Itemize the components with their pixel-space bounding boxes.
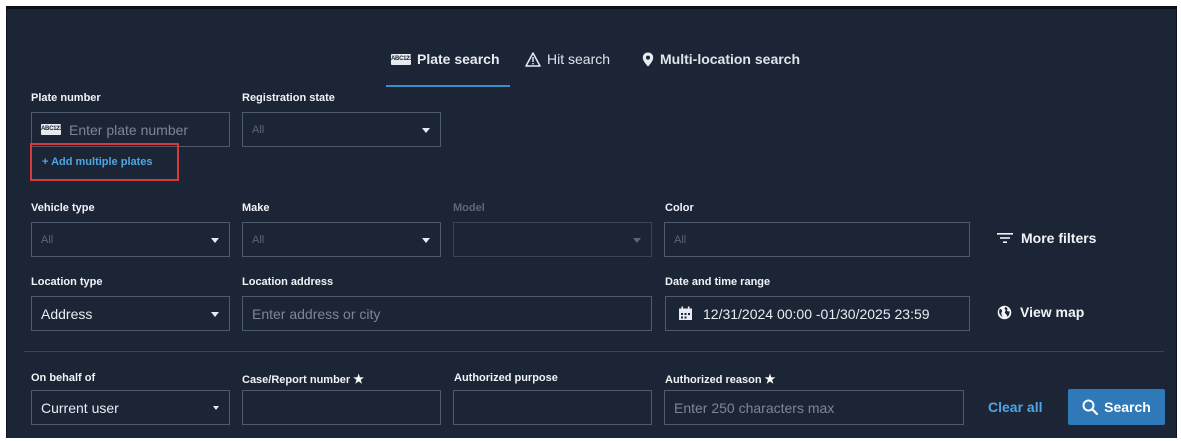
section-divider	[24, 351, 1164, 352]
model-select	[453, 222, 652, 257]
required-star-icon: ★	[353, 372, 364, 386]
tab-hit-search[interactable]: Hit search	[525, 47, 610, 71]
location-address-input[interactable]: Enter address or city	[242, 296, 652, 331]
map-pin-icon	[642, 52, 654, 66]
view-map-button[interactable]: View map	[997, 304, 1084, 320]
screenshot-frame: ABC123 Plate search Hit search Multi-loc…	[0, 0, 1181, 441]
vehicle-type-label: Vehicle type	[31, 202, 95, 214]
tab-hit-search-label: Hit search	[547, 51, 611, 67]
authorized-reason-label: Authorized reason ★	[665, 372, 775, 386]
date-time-range-label: Date and time range	[665, 276, 771, 288]
more-filters-button[interactable]: More filters	[997, 230, 1096, 246]
vehicle-type-value: All	[41, 233, 54, 246]
chevron-down-icon	[213, 406, 219, 410]
case-report-number-input[interactable]	[242, 390, 441, 425]
registration-state-value: All	[252, 123, 265, 136]
location-address-placeholder: Enter address or city	[252, 305, 381, 322]
globe-icon	[997, 305, 1012, 319]
filter-icon	[997, 233, 1013, 243]
vehicle-type-select[interactable]: All	[31, 222, 230, 257]
plate-number-placeholder: Enter plate number	[69, 121, 189, 138]
color-label: Color	[665, 202, 694, 214]
make-select[interactable]: All	[242, 222, 441, 257]
required-star-icon: ★	[764, 372, 776, 386]
tab-multi-location-search[interactable]: Multi-location search	[642, 47, 800, 71]
plate-number-input[interactable]: ABC123 Enter plate number	[31, 112, 230, 147]
authorized-reason-label-text: Authorized reason	[665, 374, 762, 386]
make-label: Make	[242, 202, 270, 214]
registration-state-select[interactable]: All	[242, 112, 441, 147]
date-time-range-value: 12/31/2024 00:00 -01/30/2025 23:59	[703, 305, 930, 322]
calendar-icon	[679, 306, 692, 320]
color-select[interactable]: All	[664, 222, 970, 257]
license-plate-icon: ABC123	[41, 124, 63, 135]
license-plate-icon: ABC123	[391, 53, 413, 65]
date-time-range-input[interactable]: 12/31/2024 00:00 -01/30/2025 23:59	[665, 296, 970, 331]
tab-plate-search-label: Plate search	[417, 51, 500, 67]
on-behalf-of-value: Current user	[41, 399, 119, 416]
authorized-purpose-label: Authorized purpose	[454, 372, 558, 384]
on-behalf-of-label: On behalf of	[31, 372, 96, 384]
clear-all-button[interactable]: Clear all	[988, 399, 1042, 415]
chevron-down-icon	[422, 128, 430, 133]
model-label: Model	[453, 202, 485, 214]
registration-state-label: Registration state	[242, 92, 335, 104]
location-type-value: Address	[41, 305, 93, 322]
on-behalf-of-select[interactable]: Current user	[31, 390, 230, 425]
authorized-reason-placeholder: Enter 250 characters max	[674, 399, 835, 416]
warning-icon	[525, 51, 541, 67]
location-type-select[interactable]: Address	[31, 296, 230, 331]
authorized-purpose-input[interactable]	[453, 390, 652, 425]
location-address-label: Location address	[242, 276, 334, 288]
chevron-down-icon	[422, 238, 430, 243]
tab-plate-search[interactable]: ABC123 Plate search	[391, 47, 500, 71]
tab-multi-location-label: Multi-location search	[660, 51, 801, 67]
plate-number-label: Plate number	[31, 92, 101, 104]
view-map-label: View map	[1020, 304, 1085, 320]
case-report-number-label-text: Case/Report number	[242, 374, 351, 386]
active-tab-indicator	[386, 85, 510, 87]
make-value: All	[252, 233, 265, 246]
search-button-label: Search	[1104, 399, 1151, 415]
authorized-reason-input[interactable]: Enter 250 characters max	[664, 390, 964, 425]
chevron-down-icon	[211, 312, 219, 317]
location-type-label: Location type	[31, 276, 103, 288]
add-multiple-plates-link[interactable]: + Add multiple plates	[30, 143, 179, 181]
color-value: All	[674, 233, 687, 246]
search-button[interactable]: Search	[1068, 389, 1165, 425]
case-report-number-label: Case/Report number ★	[242, 372, 364, 386]
search-panel: ABC123 Plate search Hit search Multi-loc…	[6, 6, 1177, 438]
more-filters-label: More filters	[1021, 230, 1097, 246]
chevron-down-icon	[211, 238, 219, 243]
chevron-down-icon	[633, 238, 641, 243]
search-icon	[1082, 399, 1099, 415]
